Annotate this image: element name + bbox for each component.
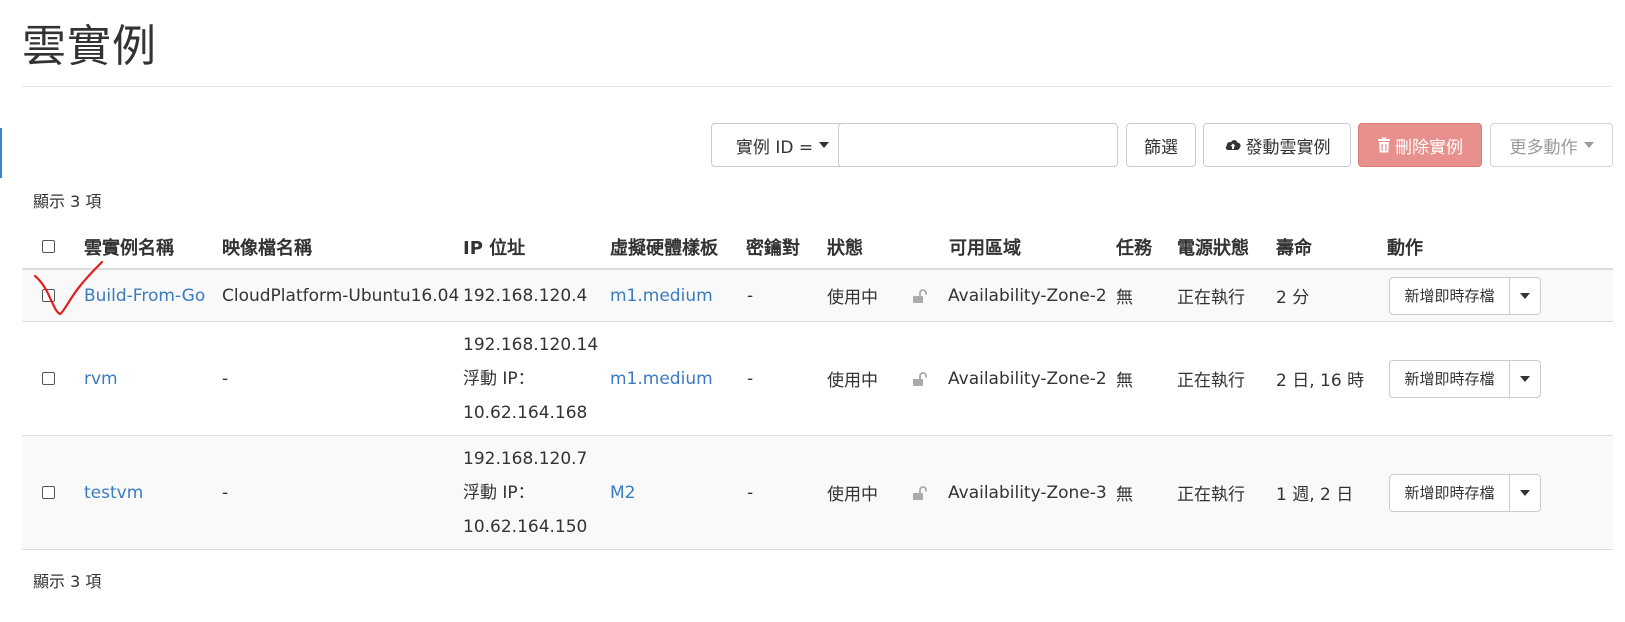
floating-ip-label: 浮動 IP： <box>463 482 535 503</box>
age: 2 分 <box>1276 288 1310 308</box>
age: 2 日, 16 時 <box>1276 371 1365 391</box>
keypair: - <box>747 285 754 306</box>
cloud-upload-icon <box>1225 140 1241 150</box>
filter-button-label: 篩選 <box>1144 137 1178 158</box>
lock-cell <box>904 270 928 321</box>
header-image[interactable]: 映像檔名稱 <box>222 225 312 268</box>
power-state: 正在執行 <box>1177 371 1245 391</box>
row-actions-dropdown-toggle[interactable] <box>1510 361 1540 397</box>
age: 1 週, 2 日 <box>1276 485 1354 505</box>
launch-instance-button[interactable]: 發動雲實例 <box>1203 123 1351 167</box>
floating-ip-label: 浮動 IP： <box>463 368 535 389</box>
filter-field-dropdown[interactable]: 實例 ID = <box>711 123 854 167</box>
floating-ip-value: 10.62.164.150 <box>463 516 588 537</box>
status-text: 使用中 <box>827 371 878 391</box>
row-select-cell <box>42 436 55 549</box>
sidebar-accent <box>0 128 2 178</box>
create-snapshot-button[interactable]: 新增即時存檔 <box>1390 360 1510 397</box>
chevron-down-icon <box>1520 292 1530 299</box>
row-select-cell <box>42 322 55 435</box>
task: 無 <box>1116 485 1133 505</box>
availability-zone: Availability-Zone-2 <box>948 368 1107 389</box>
create-snapshot-button[interactable]: 新增即時存檔 <box>1390 277 1510 314</box>
filter-input[interactable] <box>838 123 1118 167</box>
row-action-split-button: 新增即時存檔 <box>1389 473 1541 512</box>
instances-table: 雲實例名稱 映像檔名稱 IP 位址 虛擬硬體樣板 密鑰對 狀態 可用區域 任務 … <box>22 225 1613 550</box>
header-actions: 動作 <box>1387 237 1423 259</box>
ip-address: 192.168.120.14 浮動 IP： 10.62.164.168 <box>463 322 598 435</box>
chevron-down-icon <box>819 142 830 148</box>
image-name: - <box>222 368 229 389</box>
launch-instance-label: 發動雲實例 <box>1245 137 1331 158</box>
more-actions-dropdown[interactable]: 更多動作 <box>1490 123 1613 167</box>
header-ip[interactable]: IP 位址 <box>463 225 525 268</box>
flavor-link[interactable]: m1.medium <box>610 270 713 321</box>
filter-button[interactable]: 篩選 <box>1126 123 1196 167</box>
floating-ip-value: 10.62.164.168 <box>463 402 588 423</box>
lock-cell <box>904 322 928 435</box>
table-row: Build-From-Go CloudPlatform-Ubuntu16.04 … <box>22 270 1613 322</box>
filter-field-label: 實例 ID = <box>735 137 814 158</box>
image-name: - <box>222 482 229 503</box>
ip-line: 192.168.120.7 <box>463 448 588 469</box>
delete-instances-label: 刪除實例 <box>1395 137 1463 158</box>
trash-icon <box>1378 137 1390 153</box>
header-task[interactable]: 任務 <box>1116 225 1152 268</box>
table-row: rvm - 192.168.120.14 浮動 IP： 10.62.164.16… <box>22 322 1613 436</box>
ip-line: 192.168.120.14 <box>463 334 599 355</box>
row-checkbox[interactable] <box>42 486 55 499</box>
unlock-icon <box>913 371 927 386</box>
ip-address: 192.168.120.4 <box>463 270 587 321</box>
keypair: - <box>747 482 754 503</box>
image-name: CloudPlatform-Ubuntu16.04 <box>222 285 460 306</box>
lock-cell <box>904 436 928 549</box>
row-checkbox[interactable] <box>42 372 55 385</box>
keypair: - <box>747 368 754 389</box>
flavor-link[interactable]: m1.medium <box>610 322 713 435</box>
power-state: 正在執行 <box>1177 485 1245 505</box>
task: 無 <box>1116 371 1133 391</box>
chevron-down-icon <box>1520 489 1530 496</box>
flavor-link[interactable]: M2 <box>610 436 635 549</box>
row-action-split-button: 新增即時存檔 <box>1389 359 1541 398</box>
status-cell: 使用中 <box>827 270 878 321</box>
row-actions-dropdown-toggle[interactable] <box>1510 278 1540 314</box>
header-flavor[interactable]: 虛擬硬體樣板 <box>610 225 718 268</box>
chevron-down-icon <box>1583 142 1594 148</box>
page-title: 雲實例 <box>22 21 157 72</box>
table-header: 雲實例名稱 映像檔名稱 IP 位址 虛擬硬體樣板 密鑰對 狀態 可用區域 任務 … <box>22 225 1613 270</box>
item-count-top: 顯示 3 項 <box>33 192 102 211</box>
header-status[interactable]: 狀態 <box>827 225 863 268</box>
power-state: 正在執行 <box>1177 288 1245 308</box>
availability-zone: Availability-Zone-2 <box>948 285 1107 306</box>
item-count-bottom: 顯示 3 項 <box>33 572 102 591</box>
instance-name-link[interactable]: testvm <box>84 436 143 549</box>
table-row: testvm - 192.168.120.7 浮動 IP： 10.62.164.… <box>22 436 1613 550</box>
status-cell: 使用中 <box>827 436 878 549</box>
unlock-icon <box>913 485 927 500</box>
header-power[interactable]: 電源狀態 <box>1177 225 1249 268</box>
instance-name-link[interactable]: rvm <box>84 322 118 435</box>
row-actions-dropdown-toggle[interactable] <box>1510 475 1540 511</box>
create-snapshot-button[interactable]: 新增即時存檔 <box>1390 474 1510 511</box>
row-action-split-button: 新增即時存檔 <box>1389 276 1541 315</box>
status-text: 使用中 <box>827 485 878 505</box>
title-divider <box>22 86 1612 87</box>
header-zone[interactable]: 可用區域 <box>949 225 1021 268</box>
header-age[interactable]: 壽命 <box>1276 225 1312 268</box>
unlock-icon <box>913 288 927 303</box>
select-all-checkbox[interactable] <box>42 240 55 253</box>
ip-line: 192.168.120.4 <box>463 285 588 306</box>
availability-zone: Availability-Zone-3 <box>948 482 1107 503</box>
ip-address: 192.168.120.7 浮動 IP： 10.62.164.150 <box>463 436 587 549</box>
chevron-down-icon <box>1520 375 1530 382</box>
status-cell: 使用中 <box>827 322 878 435</box>
header-keypair[interactable]: 密鑰對 <box>746 225 800 268</box>
more-actions-label: 更多動作 <box>1509 137 1578 158</box>
status-text: 使用中 <box>827 288 878 308</box>
red-check-annotation <box>33 260 104 316</box>
task: 無 <box>1116 288 1133 308</box>
delete-instances-button[interactable]: 刪除實例 <box>1358 123 1482 167</box>
